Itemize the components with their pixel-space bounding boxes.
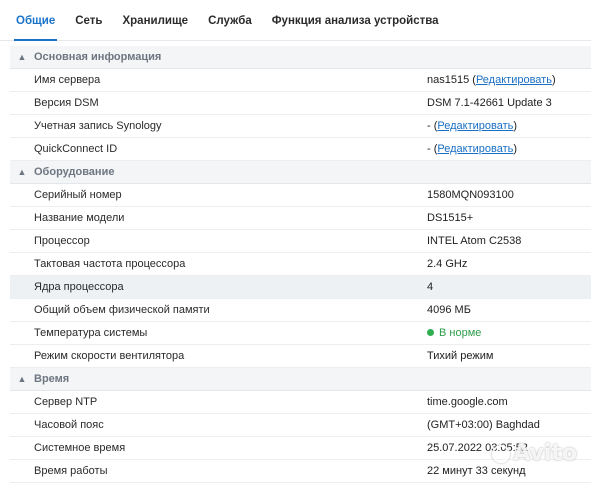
row-cpu: Процессор INTEL Atom C2538 [10, 230, 591, 253]
row-label: Тактовая частота процессора [34, 258, 186, 270]
row-cpu-clock: Тактовая частота процессора 2.4 GHz [10, 253, 591, 276]
row-label: Учетная запись Synology [34, 120, 162, 132]
tab-bar: Общие Сеть Хранилище Служба Функция анал… [0, 0, 591, 41]
row-value: INTEL Atom C2538 [427, 235, 522, 247]
tab-network[interactable]: Сеть [65, 15, 112, 40]
row-value: DS1515+ [427, 212, 474, 224]
status-ok-icon [427, 328, 434, 336]
row-serial-number: Серийный номер 1580MQN093100 [10, 184, 591, 207]
edit-synology-account-link[interactable]: Редактировать [437, 120, 513, 132]
row-value: 2.4 GHz [427, 258, 468, 270]
chevron-up-icon: ▲ [17, 52, 27, 62]
row-label: QuickConnect ID [34, 143, 118, 155]
synology-account-value: - [427, 120, 431, 132]
section-title: Время [34, 373, 70, 385]
row-value: 4096 МБ [427, 304, 471, 316]
tab-storage[interactable]: Хранилище [112, 15, 198, 40]
row-model-name: Название модели DS1515+ [10, 207, 591, 230]
quickconnect-value: - [427, 143, 431, 155]
tab-general[interactable]: Общие [6, 15, 65, 41]
row-dsm-version: Версия DSM DSM 7.1-42661 Update 3 [10, 92, 591, 115]
tab-device-analytics[interactable]: Функция анализа устройства [262, 15, 449, 40]
edit-quickconnect-link[interactable]: Редактировать [437, 143, 513, 155]
info-panel: ▲ Основная информация Имя сервера nas151… [10, 46, 591, 483]
section-hardware-header[interactable]: ▲ Оборудование [10, 161, 591, 184]
edit-server-name-link[interactable]: Редактировать [476, 74, 552, 86]
tab-service[interactable]: Служба [198, 15, 262, 40]
row-fan-mode: Режим скорости вентилятора Тихий режим [10, 345, 591, 368]
row-label: Часовой пояс [34, 419, 104, 431]
avito-logo-icon [492, 444, 511, 463]
row-cpu-cores: Ядра процессора 4 [10, 276, 591, 299]
row-value: 1580MQN093100 [427, 189, 514, 201]
row-label: Процессор [34, 235, 90, 247]
row-label: Версия DSM [34, 97, 99, 109]
row-value: - (Редактировать) [427, 143, 518, 155]
section-basic-info-header[interactable]: ▲ Основная информация [10, 46, 591, 69]
row-physical-memory: Общий объем физической памяти 4096 МБ [10, 299, 591, 322]
row-value: Тихий режим [427, 350, 494, 362]
row-system-temperature: Температура системы В норме [10, 322, 591, 345]
row-value: nas1515 (Редактировать) [427, 74, 556, 86]
row-value: DSM 7.1-42661 Update 3 [427, 97, 552, 109]
row-label: Имя сервера [34, 74, 101, 86]
row-server-name: Имя сервера nas1515 (Редактировать) [10, 69, 591, 92]
section-title: Оборудование [34, 166, 115, 178]
server-name-value: nas1515 [427, 74, 470, 86]
row-value: (GMT+03:00) Baghdad [427, 419, 540, 431]
row-label: Название модели [34, 212, 125, 224]
chevron-up-icon: ▲ [17, 167, 27, 177]
row-label: Серийный номер [34, 189, 122, 201]
row-value: 4 [427, 281, 434, 293]
watermark-text: Avito [513, 441, 577, 466]
row-value: - (Редактировать) [427, 120, 518, 132]
temperature-status: В норме [439, 327, 482, 339]
row-label: Системное время [34, 442, 126, 454]
row-value: time.google.com [427, 396, 508, 408]
row-label: Режим скорости вентилятора [34, 350, 185, 362]
row-timezone: Часовой пояс (GMT+03:00) Baghdad [10, 414, 591, 437]
avito-watermark: Avito [492, 441, 577, 466]
section-time-header[interactable]: ▲ Время [10, 368, 591, 391]
row-label: Ядра процессора [34, 281, 124, 293]
chevron-up-icon: ▲ [17, 374, 27, 384]
row-ntp-server: Сервер NTP time.google.com [10, 391, 591, 414]
row-synology-account: Учетная запись Synology - (Редактировать… [10, 115, 591, 138]
row-value: В норме [427, 327, 591, 339]
row-value: 22 минут 33 секунд [427, 465, 526, 477]
row-label: Сервер NTP [34, 396, 98, 408]
section-title: Основная информация [34, 51, 162, 63]
row-label: Температура системы [34, 327, 148, 339]
row-label: Общий объем физической памяти [34, 304, 210, 316]
row-quickconnect-id: QuickConnect ID - (Редактировать) [10, 138, 591, 161]
row-label: Время работы [34, 465, 108, 477]
